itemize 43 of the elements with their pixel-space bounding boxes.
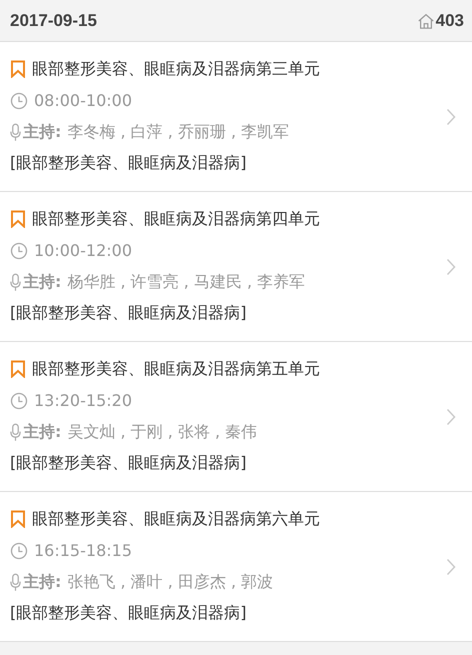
microphone-icon	[10, 572, 21, 592]
chevron-right-icon	[446, 558, 456, 576]
session-title: 眼部整形美容、眼眶病及泪器病第六单元	[32, 508, 320, 530]
session-time: 10:00-12:00	[34, 241, 132, 260]
bookmark-icon	[10, 60, 26, 78]
host-names: 杨华胜 , 许雪亮 , 马建民 , 李养军	[67, 272, 306, 293]
session-title: 眼部整形美容、眼眶病及泪器病第五单元	[32, 358, 320, 380]
microphone-icon	[10, 122, 21, 142]
session-track: [眼部整形美容、眼眶病及泪器病]	[10, 603, 246, 624]
chevron-right-icon	[446, 108, 456, 126]
session-time: 08:00-10:00	[34, 91, 132, 110]
microphone-icon	[10, 422, 21, 442]
host-names: 李冬梅 , 白萍 , 乔丽珊 , 李凯军	[67, 122, 290, 143]
chevron-right-icon	[446, 408, 456, 426]
host-names: 吴文灿 , 于刚 , 张将 , 秦伟	[67, 422, 258, 443]
clock-icon	[10, 242, 28, 260]
session-card[interactable]: 眼部整形美容、眼眶病及泪器病第三单元 08:00-10:00 主持: 李冬梅 , 白萍 , 乔丽珊 , 李凯军 [眼部整形美容、眼眶病及泪器病]	[0, 42, 472, 192]
session-time: 13:20-15:20	[34, 391, 132, 410]
host-label: 主持:	[23, 122, 62, 143]
bookmark-icon	[10, 210, 26, 228]
host-label: 主持:	[23, 572, 62, 593]
date-heading: 2017-09-15	[10, 10, 97, 30]
session-track: [眼部整形美容、眼眶病及泪器病]	[10, 453, 246, 474]
clock-icon	[10, 542, 28, 560]
session-card[interactable]: 眼部整形美容、眼眶病及泪器病第四单元 10:00-12:00 主持: 杨华胜 , 许雪亮 , 马建民 , 李养军 [眼部整形美容、眼眶病及泪器病]	[0, 192, 472, 342]
session-title: 眼部整形美容、眼眶病及泪器病第三单元	[32, 58, 320, 80]
host-label: 主持:	[23, 272, 62, 293]
room-number: 403	[436, 10, 464, 30]
session-card[interactable]: 眼部整形美容、眼眶病及泪器病第五单元 13:20-15:20 主持: 吴文灿 , 于刚 , 张将 , 秦伟 [眼部整形美容、眼眶病及泪器病]	[0, 342, 472, 492]
session-track: [眼部整形美容、眼眶病及泪器病]	[10, 153, 246, 174]
chevron-right-icon	[446, 258, 456, 276]
bookmark-icon	[10, 510, 26, 528]
clock-icon	[10, 92, 28, 110]
session-track: [眼部整形美容、眼眶病及泪器病]	[10, 303, 246, 324]
microphone-icon	[10, 272, 21, 292]
bookmark-icon	[10, 360, 26, 378]
home-icon	[416, 12, 435, 30]
session-time: 16:15-18:15	[34, 541, 132, 560]
host-names: 张艳飞 , 潘叶 , 田彦杰 , 郭波	[67, 572, 274, 593]
session-card[interactable]: 眼部整形美容、眼眶病及泪器病第六单元 16:15-18:15 主持: 张艳飞 , 潘叶 , 田彦杰 , 郭波 [眼部整形美容、眼眶病及泪器病]	[0, 492, 472, 642]
clock-icon	[10, 392, 28, 410]
host-label: 主持:	[23, 422, 62, 443]
session-title: 眼部整形美容、眼眶病及泪器病第四单元	[32, 208, 320, 230]
